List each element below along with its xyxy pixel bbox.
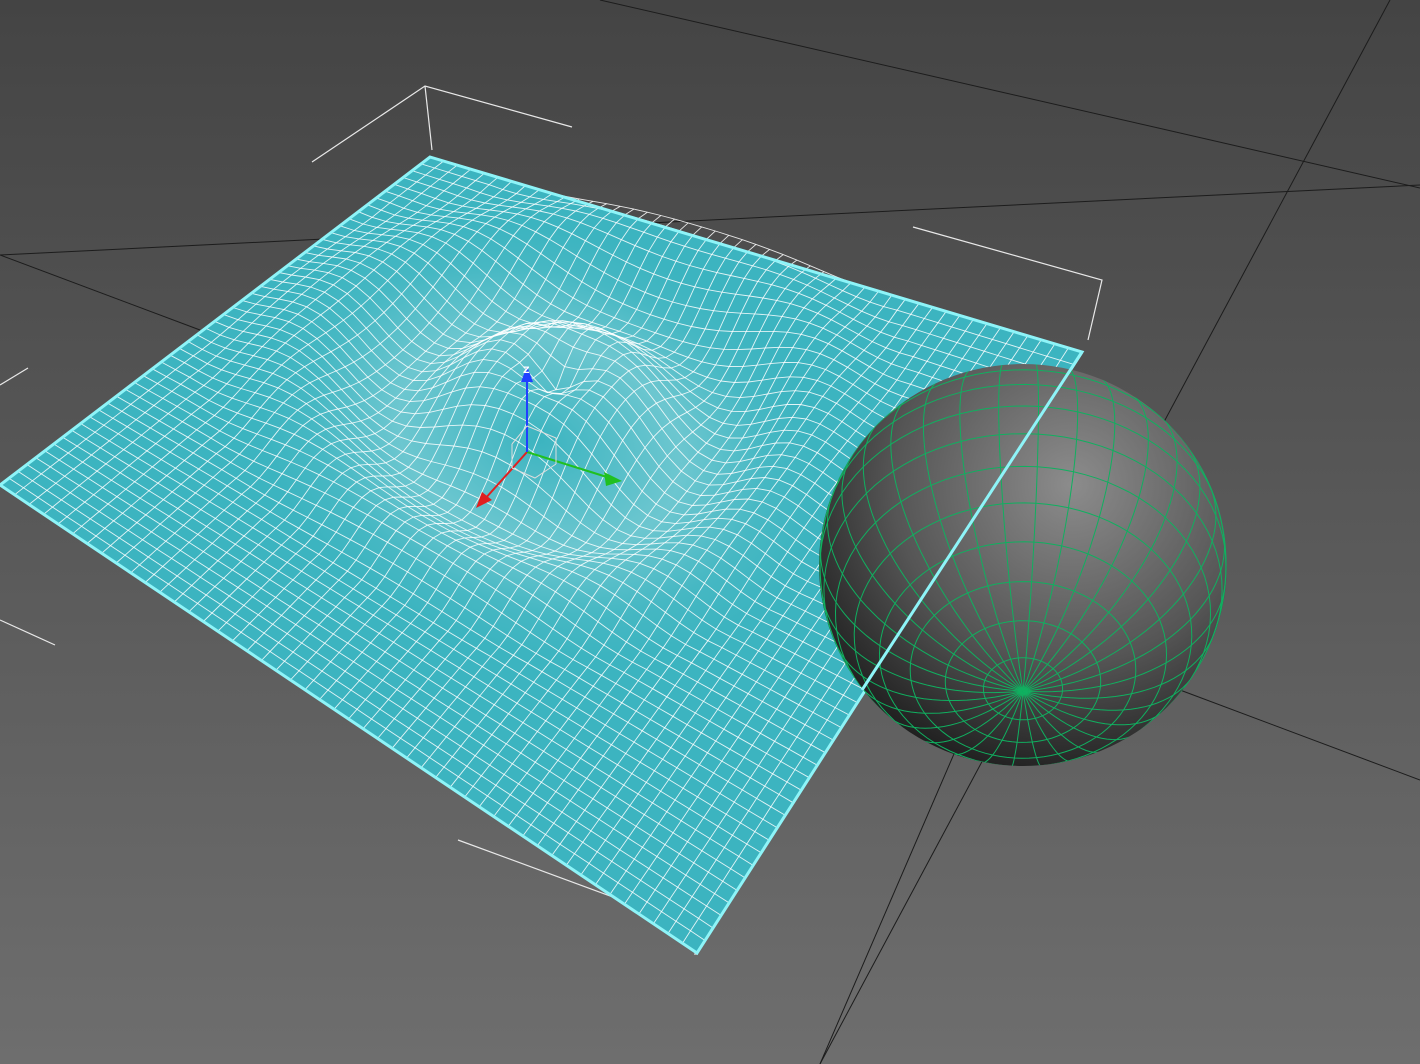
gizmo-z-label: Z — [523, 366, 530, 376]
perspective-viewport[interactable]: Z — [0, 0, 1420, 1064]
